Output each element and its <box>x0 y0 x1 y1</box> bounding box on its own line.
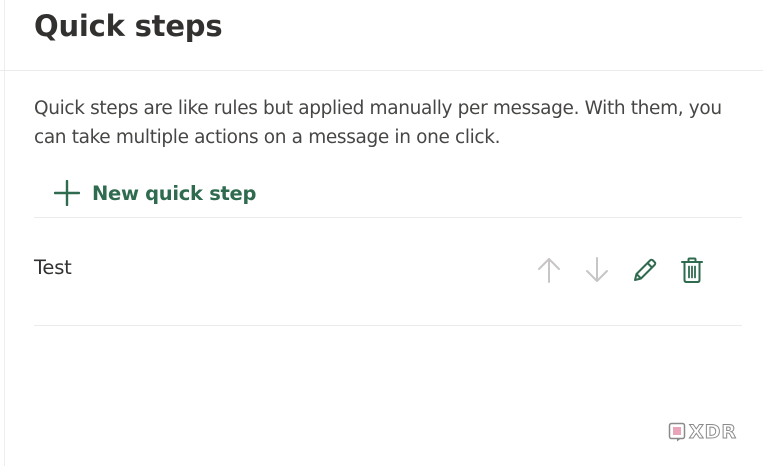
xda-logo-icon <box>668 422 688 442</box>
quick-step-name: Test <box>34 256 72 279</box>
delete-quick-step-button[interactable] <box>677 257 707 287</box>
list-top-divider <box>34 217 742 218</box>
edit-quick-step-button[interactable] <box>630 257 660 287</box>
move-down-button[interactable] <box>582 257 612 287</box>
trash-icon <box>679 256 705 288</box>
arrow-up-icon <box>536 256 562 288</box>
watermark-text: XDR <box>688 421 738 443</box>
page-title: Quick steps <box>34 9 223 43</box>
move-up-button[interactable] <box>534 257 564 287</box>
arrow-down-icon <box>584 256 610 288</box>
new-quick-step-label: New quick step <box>92 181 257 205</box>
list-bottom-divider <box>34 325 742 326</box>
watermark: XDR <box>668 421 738 443</box>
new-quick-step-button[interactable]: New quick step <box>53 176 257 210</box>
page-description: Quick steps are like rules but applied m… <box>34 98 722 148</box>
plus-icon <box>53 179 81 207</box>
panel-header: Quick steps <box>0 0 763 71</box>
pencil-icon <box>631 256 659 288</box>
